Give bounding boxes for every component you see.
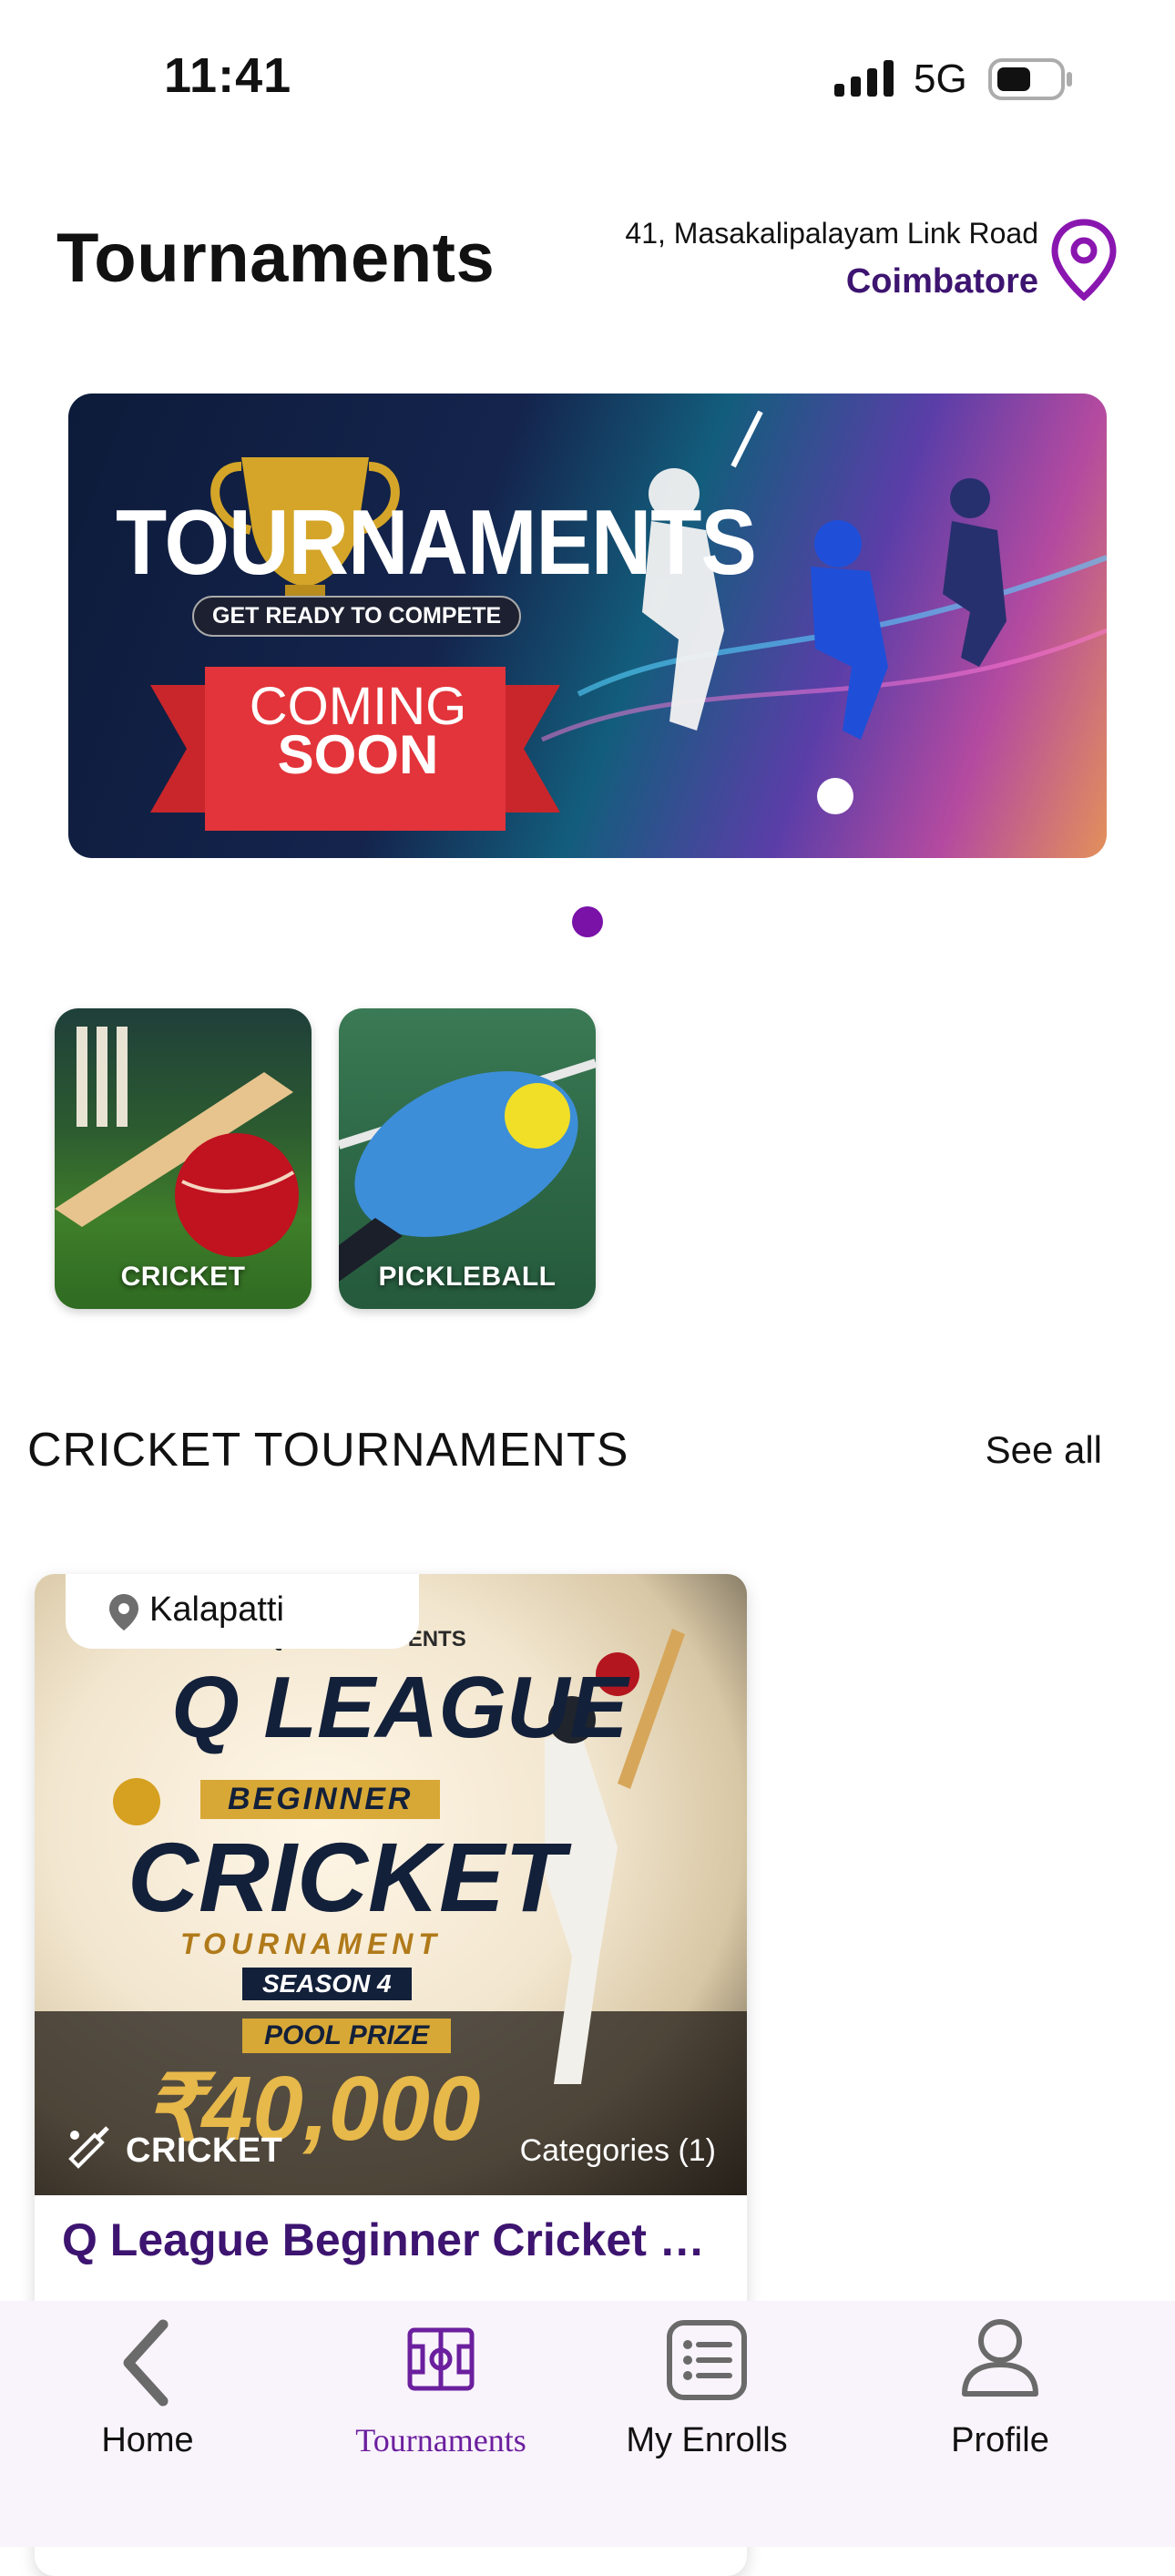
- category-label: PICKLEBALL: [378, 1262, 557, 1292]
- tab-label: Tournaments: [355, 2422, 526, 2458]
- list-icon: [667, 2320, 747, 2400]
- banner-tagline: GET READY TO COMPETE: [192, 596, 522, 637]
- tab-my-enrolls[interactable]: My Enrolls: [570, 2301, 843, 2483]
- network-type: 5G: [914, 56, 967, 101]
- card-title[interactable]: Q League Beginner Cricket T...: [62, 2213, 718, 2266]
- bottom-tab-bar: Home Tournaments My Enrolls Profile: [0, 2301, 1175, 2547]
- category-tile-cricket[interactable]: CRICKET: [55, 1008, 312, 1309]
- cricket-bat-icon: [68, 2126, 109, 2169]
- card-sport-label: CRICKET: [126, 2131, 283, 2170]
- see-all-link[interactable]: See all: [986, 1428, 1102, 1472]
- promo-banner[interactable]: TOURNAMENTS GET READY TO COMPETE COMING …: [68, 394, 1107, 858]
- back-chevron-icon: [123, 2319, 169, 2407]
- status-bar: 11:41 5G: [0, 0, 1175, 155]
- tab-label: Profile: [951, 2421, 1049, 2459]
- banner-soon: SOON: [277, 724, 439, 785]
- person-icon: [962, 2319, 1038, 2397]
- poster-prize-label: POOL PRIZE: [242, 2019, 452, 2053]
- poster-line1: Q LEAGUE: [171, 1659, 628, 1756]
- status-time: 11:41: [164, 48, 292, 103]
- category-tile-pickleball[interactable]: PICKLEBALL: [339, 1008, 596, 1309]
- poster-line5: SEASON 4: [242, 1968, 412, 2000]
- tab-tournaments[interactable]: Tournaments: [304, 2301, 577, 2483]
- tab-label: My Enrolls: [626, 2421, 788, 2459]
- address-city[interactable]: Coimbatore: [846, 262, 1038, 302]
- location-pin-icon[interactable]: [1049, 219, 1119, 301]
- tab-label: Home: [101, 2421, 194, 2459]
- category-label: CRICKET: [120, 1262, 246, 1292]
- carousel-dot-active[interactable]: [572, 906, 603, 937]
- poster-line3: CRICKET: [128, 1822, 565, 1932]
- location-text: Kalapatti: [149, 1590, 284, 1629]
- location-chip: Kalapatti: [66, 1574, 419, 1649]
- tab-profile[interactable]: Profile: [863, 2301, 1137, 2483]
- banner-headline: TOURNAMENTS: [116, 491, 757, 595]
- signal-icon: [834, 60, 894, 97]
- location-pin-icon: [109, 1594, 138, 1630]
- poster-line2: BEGINNER: [200, 1780, 441, 1819]
- address-line[interactable]: 41, Masakalipalayam Link Road: [625, 217, 1038, 250]
- page-title: Tournaments: [56, 220, 496, 297]
- poster-line4: TOURNAMENT: [180, 1927, 442, 1960]
- section-title: CRICKET TOURNAMENTS: [27, 1424, 629, 1477]
- battery-icon: [988, 58, 1072, 100]
- tournament-poster: QUEST PRESENTS Q LEAGUE BEGINNER CRICKET…: [35, 1574, 747, 2195]
- field-icon: [407, 2327, 475, 2391]
- card-categories: Categories (1): [519, 2133, 716, 2168]
- tab-home[interactable]: Home: [11, 2301, 284, 2483]
